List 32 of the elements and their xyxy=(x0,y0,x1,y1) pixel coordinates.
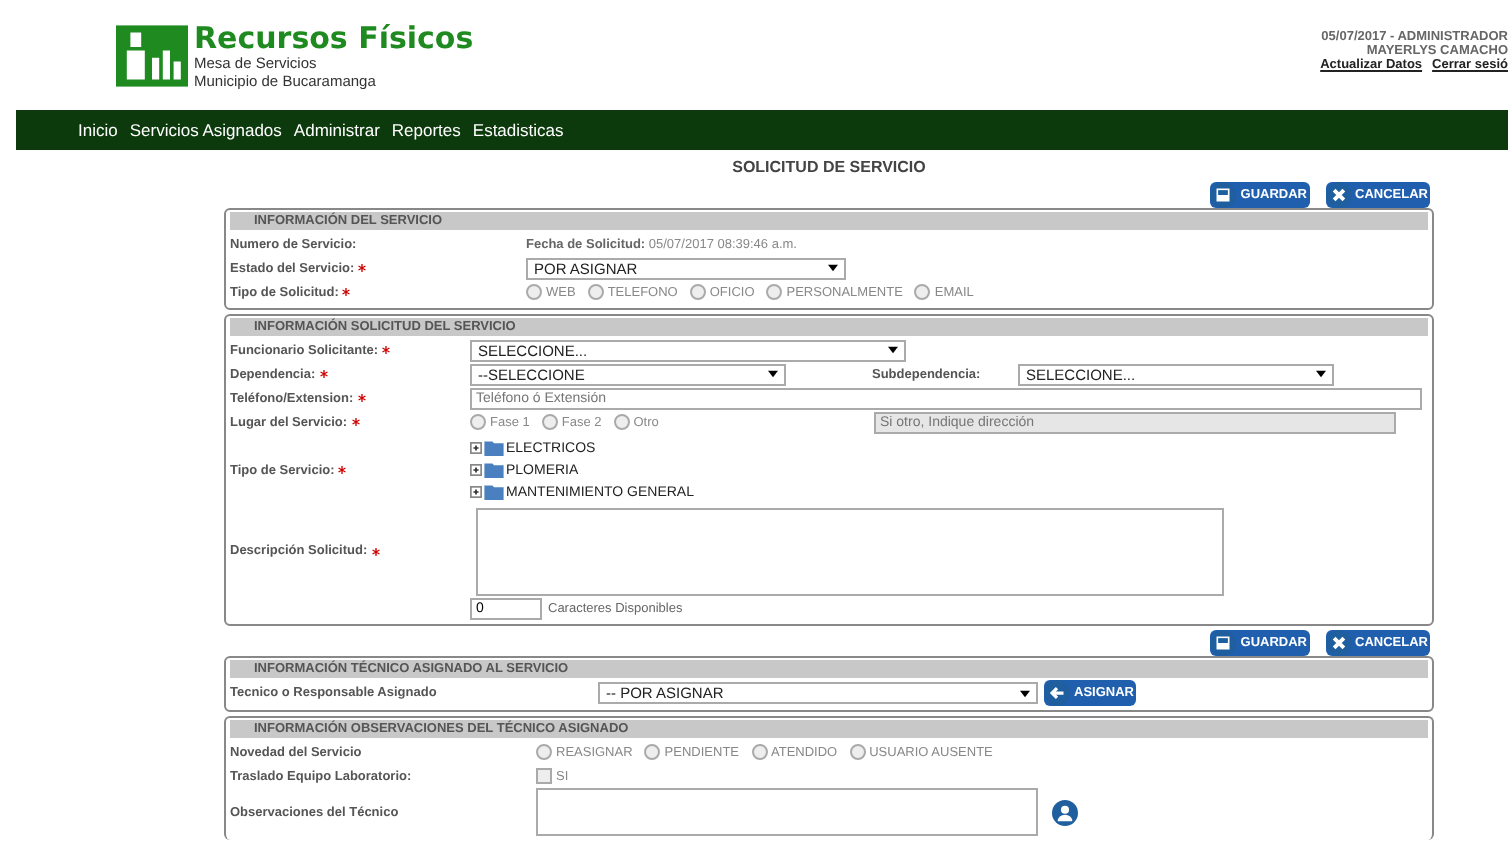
user-icon[interactable] xyxy=(1052,799,1078,825)
nav-item[interactable]: Inicio xyxy=(78,120,118,140)
save-icon xyxy=(1210,182,1237,208)
nav-item[interactable]: Administrar xyxy=(293,120,380,140)
caret-icon xyxy=(828,264,838,272)
description-field[interactable] xyxy=(476,507,1224,595)
nav-item[interactable]: Servicios Asignados xyxy=(129,120,282,140)
required-icon xyxy=(319,370,328,378)
caret-icon xyxy=(768,370,778,378)
required-icon xyxy=(358,264,367,272)
save-icon xyxy=(1210,630,1237,656)
required-icon xyxy=(338,466,347,474)
required-icon xyxy=(382,346,391,354)
expand-icon[interactable] xyxy=(470,486,482,498)
caret-icon xyxy=(888,346,898,354)
logo-icon xyxy=(116,22,188,90)
page-title: SOLICITUD DE SERVICIO xyxy=(730,158,928,180)
observations-field[interactable] xyxy=(536,788,1038,836)
required-icon xyxy=(351,418,360,426)
close-icon xyxy=(1325,630,1352,656)
close-icon xyxy=(1325,182,1352,208)
arrow-left-icon xyxy=(1044,680,1070,706)
expand-icon[interactable] xyxy=(470,464,482,476)
nav-item[interactable]: Reportes xyxy=(391,120,461,140)
logo-title: Recursos Físicos xyxy=(194,22,474,54)
caret-icon xyxy=(1316,370,1326,378)
required-icon xyxy=(342,288,351,296)
caret-icon xyxy=(1020,689,1030,697)
required-icon xyxy=(357,394,366,402)
expand-icon[interactable] xyxy=(470,442,482,454)
required-icon xyxy=(371,547,380,555)
nav-item[interactable]: Estadisticas xyxy=(472,120,564,140)
